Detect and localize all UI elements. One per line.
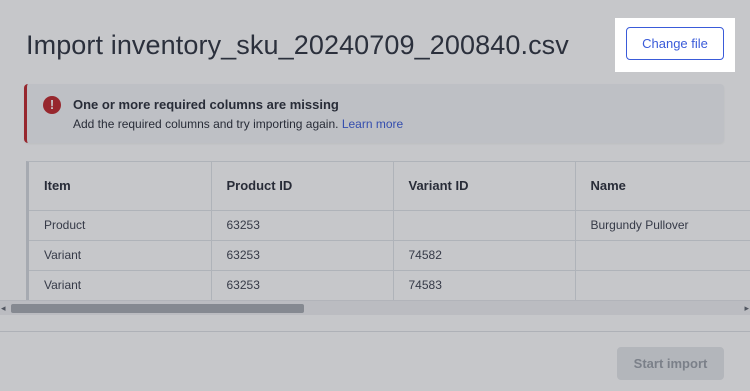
table-cell: Variant	[29, 240, 212, 271]
column-header-product-id: Product ID	[211, 162, 394, 211]
error-banner-text: Add the required columns and try importi…	[73, 117, 339, 131]
table-cell: 63253	[211, 270, 394, 300]
table-cell	[575, 240, 750, 271]
preview-table: Item Product ID Variant ID Name Product …	[26, 161, 750, 300]
table-cell: Variant	[29, 270, 212, 300]
horizontal-scrollbar[interactable]: ◂ ▸	[0, 300, 750, 315]
footer-divider	[0, 331, 750, 332]
table-cell: Burgundy Pullover	[575, 210, 750, 241]
table-row: Variant 63253 74583	[29, 270, 750, 300]
scroll-left-icon[interactable]: ◂	[1, 302, 6, 314]
learn-more-link[interactable]: Learn more	[342, 117, 403, 131]
table-cell: 63253	[211, 240, 394, 271]
column-header-variant-id: Variant ID	[393, 162, 576, 211]
scrollbar-thumb[interactable]	[11, 304, 304, 313]
table-cell	[393, 210, 576, 241]
table-cell: 74582	[393, 240, 576, 271]
scroll-right-icon[interactable]: ▸	[744, 302, 749, 314]
data-table: Item Product ID Variant ID Name Product …	[29, 162, 750, 300]
table-row: Product 63253 Burgundy Pullover	[29, 210, 750, 241]
error-banner-title: One or more required columns are missing	[73, 97, 339, 112]
start-import-button[interactable]: Start import	[617, 347, 724, 380]
table-cell: 63253	[211, 210, 394, 241]
column-header-item: Item	[29, 162, 212, 211]
spotlight-highlight: Change file	[615, 18, 735, 72]
change-file-button[interactable]: Change file	[626, 27, 724, 60]
table-header-row: Item Product ID Variant ID Name	[29, 162, 750, 211]
error-banner: ! One or more required columns are missi…	[24, 84, 724, 143]
table-row: Variant 63253 74582	[29, 240, 750, 271]
table-cell	[575, 270, 750, 300]
column-header-name: Name	[575, 162, 750, 211]
page-title: Import inventory_sku_20240709_200840.csv	[26, 30, 569, 60]
error-icon: !	[43, 96, 61, 114]
error-banner-message: Add the required columns and try importi…	[73, 117, 403, 131]
table-cell: 74583	[393, 270, 576, 300]
table-cell: Product	[29, 210, 212, 241]
